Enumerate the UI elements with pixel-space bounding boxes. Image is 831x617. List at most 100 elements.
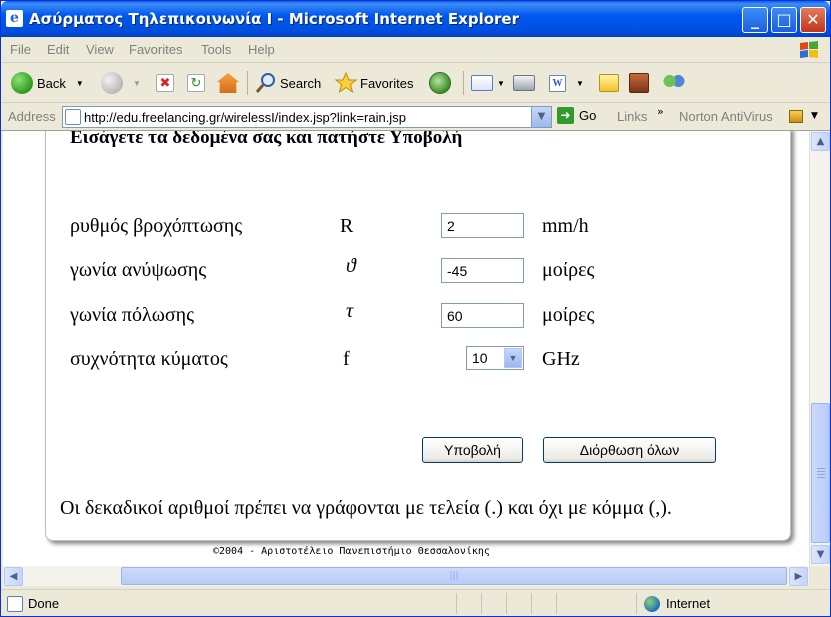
menu-bar: File Edit View Favorites Tools Help [1,37,830,63]
messenger-icon [663,73,685,93]
elevation-angle-unit: μοίρες [542,259,595,281]
discuss-icon [599,74,619,92]
go-arrow-icon: ➜ [557,107,574,124]
address-dropdown-icon[interactable]: ▼ [531,107,551,127]
menu-help[interactable]: Help [248,42,275,57]
scroll-down-icon[interactable]: ▼ [811,545,830,564]
messenger-button[interactable] [663,69,689,97]
polarization-angle-symbol: τ [346,300,354,322]
home-button[interactable] [217,69,243,97]
menu-tools[interactable]: Tools [201,42,231,57]
history-icon [429,72,451,94]
address-label: Address [8,109,56,124]
grip-line [817,468,825,469]
grip-line [817,474,825,475]
window-title: Ασύρματος Τηλεπικοινωνία Ι - Microsoft I… [29,10,519,28]
status-divider [456,593,457,614]
norton-antivirus-button[interactable]: Norton AntiVirus [679,109,773,124]
copyright-footer: ©2004 - Αριστοτέλειο Πανεπιστήμιο Θεσσαλ… [213,546,490,557]
wave-frequency-symbol: f [343,348,350,370]
forward-arrow-icon [101,72,123,94]
elevation-angle-symbol: ϑ [346,255,356,277]
chevron-down-icon[interactable]: ▼ [504,348,522,368]
scroll-up-icon[interactable]: ▲ [811,132,830,151]
close-button[interactable]: ✕ [800,7,826,33]
home-icon [217,73,239,93]
wave-frequency-label: συχνότητα κύματος [70,348,228,370]
windows-logo-icon [800,41,818,58]
back-button[interactable]: Back ▼ [11,69,84,97]
polarization-angle-input[interactable] [441,303,524,328]
horizontal-scrollbar[interactable]: ◀ ||| ▶ [3,566,809,586]
security-zone-label: Internet [666,596,711,611]
search-label: Search [280,75,322,91]
status-divider [636,593,637,614]
menu-view[interactable]: View [86,42,114,57]
scroll-left-icon[interactable]: ◀ [4,567,23,586]
address-input[interactable]: http://edu.freelancing.gr/wirelessI/inde… [62,106,552,128]
norton-icon [789,110,803,123]
search-button[interactable]: Search [255,69,321,97]
back-label: Back [37,75,66,91]
back-arrow-icon [11,72,33,94]
discuss-button[interactable] [599,69,623,97]
submit-button[interactable]: Υποβολή [422,437,523,463]
scrollbar-corner [809,566,830,586]
refresh-icon: ↻ [187,74,205,92]
mail-button[interactable]: ▼ [471,69,505,97]
scroll-right-icon[interactable]: ▶ [789,567,808,586]
horizontal-scroll-thumb[interactable]: ||| [121,567,787,585]
stop-button[interactable]: ✖ [156,69,178,97]
elevation-angle-input[interactable] [441,258,524,283]
status-text: Done [28,596,60,611]
frequency-select[interactable]: 10 ▼ [466,346,524,370]
forward-dropdown-icon: ▼ [133,78,141,88]
stop-icon: ✖ [156,74,174,92]
edit-button[interactable]: W ▼ [549,69,584,97]
print-icon [513,75,535,91]
page-icon [65,109,81,125]
research-button[interactable] [629,69,653,97]
minimize-button[interactable]: _ [742,7,768,33]
history-button[interactable] [429,69,455,97]
word-icon: W [549,74,566,92]
rain-rate-symbol: R [340,215,354,237]
forward-button[interactable]: ▼ [101,69,141,97]
norton-dropdown-icon[interactable]: ▼ [811,111,818,121]
form-heading: Εισάγετε τα δεδομένα σας και πατήστε Υπο… [70,131,463,148]
internet-globe-icon [644,596,660,612]
maximize-button[interactable]: □ [771,7,797,33]
go-button[interactable]: ➜ Go [557,107,596,124]
rain-rate-label: ρυθμός βροχόπτωσης [70,215,243,237]
print-button[interactable] [513,69,539,97]
chevron-right-icon[interactable]: » [657,105,664,118]
rain-rate-input[interactable] [441,213,524,238]
grip-line [817,471,825,472]
status-divider [506,593,507,614]
go-label: Go [579,108,597,123]
browser-window: e Ασύρματος Τηλεπικοινωνία Ι - Microsoft… [0,0,831,617]
status-divider [556,593,557,614]
menu-favorites[interactable]: Favorites [129,42,182,57]
menu-edit[interactable]: Edit [47,42,69,57]
page-viewport: Εισάγετε τα δεδομένα σας και πατήστε Υπο… [3,131,809,566]
links-button[interactable]: Links [617,109,647,124]
address-bar: Address http://edu.freelancing.gr/wirele… [1,103,830,131]
mail-dropdown-icon: ▼ [497,78,505,88]
edit-dropdown-icon: ▼ [576,78,584,88]
polarization-angle-label: γωνία πόλωσης [70,304,195,326]
polarization-angle-unit: μοίρες [542,304,595,326]
refresh-button[interactable]: ↻ [187,69,209,97]
reset-all-button[interactable]: Διόρθωση όλων [543,437,716,463]
menu-file[interactable]: File [10,42,31,57]
wave-frequency-unit: GHz [542,348,580,370]
favorites-button[interactable]: Favorites [335,69,413,97]
toolbar-separator [463,71,464,95]
address-url: http://edu.freelancing.gr/wirelessI/inde… [84,110,406,125]
elevation-angle-label: γωνία ανύψωσης [70,259,207,281]
status-divider [531,593,532,614]
vertical-scroll-thumb[interactable] [811,403,830,543]
back-dropdown-icon: ▼ [75,78,84,88]
vertical-scrollbar[interactable]: ▲ ▼ [809,131,830,566]
search-icon [255,73,275,93]
